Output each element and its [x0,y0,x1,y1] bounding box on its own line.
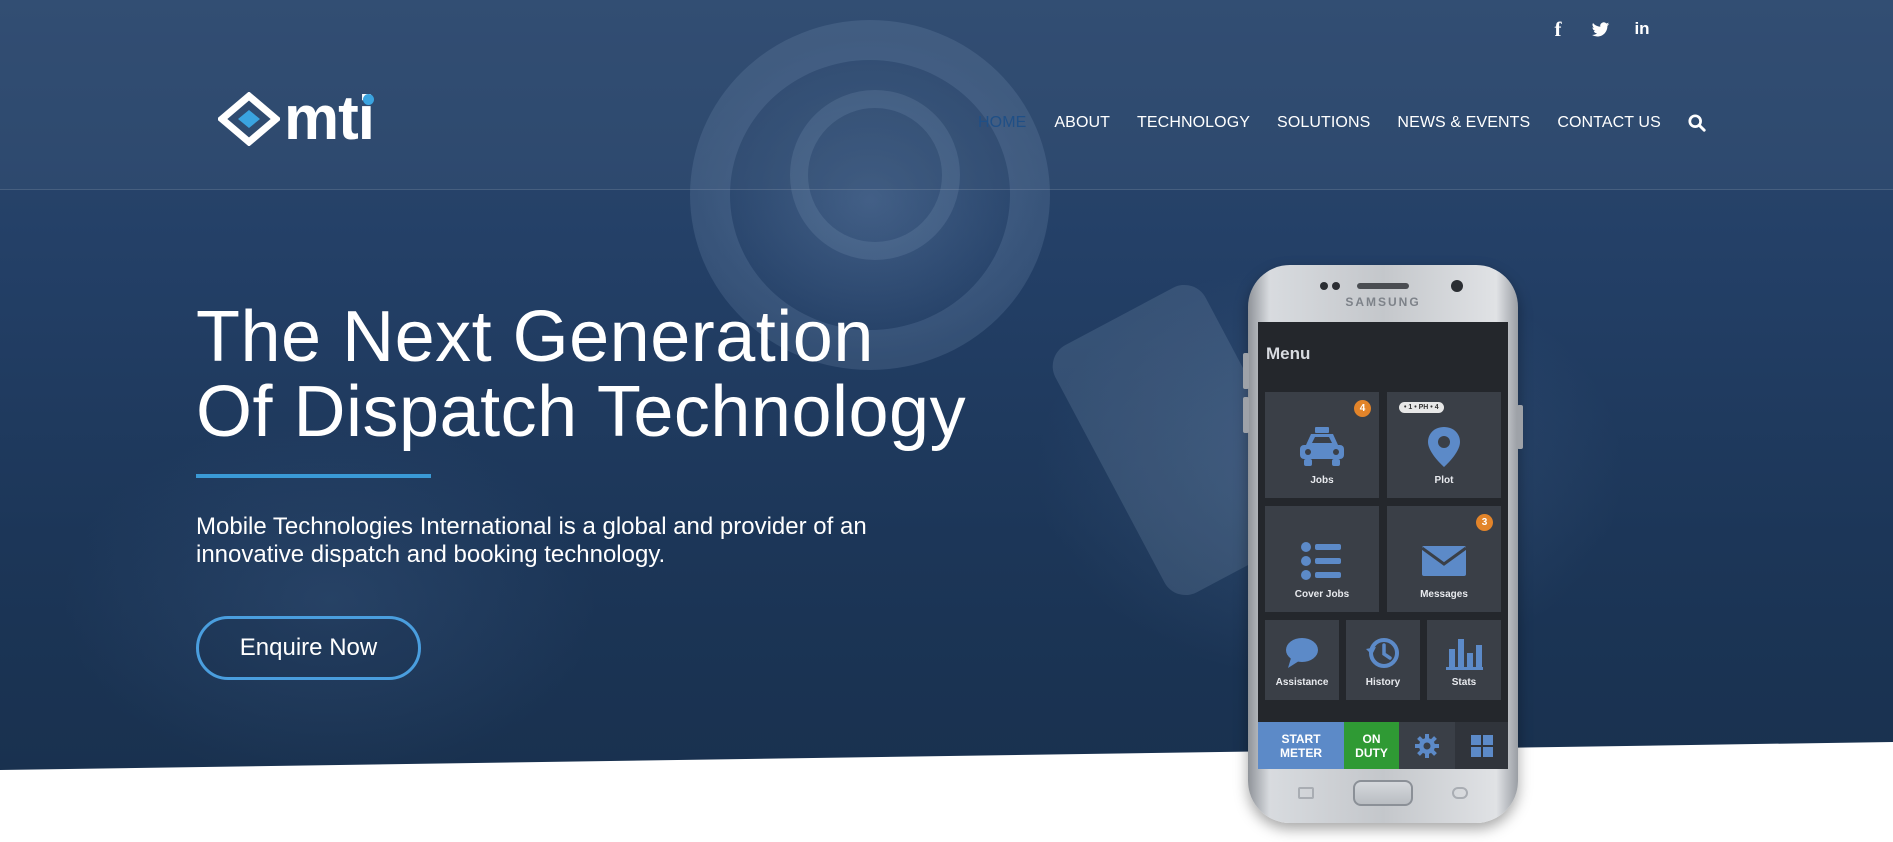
mti-logo[interactable]: mti [218,84,375,153]
tile-assistance-label: Assistance [1275,677,1329,688]
tile-assistance[interactable]: Assistance [1265,620,1339,700]
logo-wordmark: mti [284,84,375,153]
tile-cover-jobs-label: Cover Jobs [1294,589,1350,600]
nav-solutions[interactable]: SOLUTIONS [1277,114,1370,132]
hero-headline: The Next Generation Of Dispatch Technolo… [196,300,966,450]
tile-cover-jobs[interactable]: Cover Jobs [1265,506,1379,612]
tile-plot-label: Plot [1434,475,1454,486]
app-menu-title: Menu [1266,344,1311,363]
messages-badge: 3 [1476,514,1493,531]
phone-volume-key [1243,397,1249,433]
tile-jobs[interactable]: 4 Jobs [1265,392,1379,498]
nav-technology[interactable]: TECHNOLOGY [1137,114,1250,132]
tile-stats[interactable]: Stats [1427,620,1501,700]
tile-jobs-label: Jobs [1310,475,1334,486]
phone-screen: Menu 4 Jobs • 1 • PH • 4 Plot Cover Jobs… [1258,322,1508,769]
bar-chart-icon [1446,639,1483,670]
start-meter-button[interactable]: START METER [1258,722,1344,769]
nav-about[interactable]: ABOUT [1054,114,1110,132]
settings-gear-icon[interactable] [1399,722,1455,769]
nav-contact-us[interactable]: CONTACT US [1557,114,1661,132]
tile-stats-label: Stats [1451,677,1477,688]
linkedin-icon[interactable]: in [1632,18,1652,40]
tile-messages-label: Messages [1420,589,1468,600]
tile-messages[interactable]: 3 Messages [1387,506,1501,612]
headline-line-1: The Next Generation [196,297,874,377]
sensor-dot [1332,282,1340,290]
list-icon [1301,542,1341,580]
phone-speaker [1357,283,1409,289]
tile-history-label: History [1365,677,1401,688]
logo-diamond-icon [218,92,280,146]
map-pin-icon [1428,427,1460,467]
social-links: f in [1548,18,1652,40]
on-duty-button[interactable]: ON DUTY [1344,722,1399,769]
phone-top-bezel: SAMSUNG [1248,265,1518,323]
phone-volume-key [1243,353,1249,389]
search-icon[interactable] [1688,114,1706,132]
recent-apps-key[interactable] [1298,787,1314,799]
headline-line-2: Of Dispatch Technology [196,372,967,452]
phone-power-key [1517,405,1523,449]
history-icon [1366,638,1399,668]
apps-grid-icon[interactable] [1455,722,1508,769]
twitter-icon[interactable] [1590,18,1610,40]
speech-bubble-icon [1286,638,1318,668]
phone-mockup: SAMSUNG Menu 4 Jobs • 1 • PH • 4 Plot Co… [1243,265,1523,823]
facebook-icon[interactable]: f [1548,18,1568,40]
back-key[interactable] [1452,787,1468,799]
plot-bubble: • 1 • PH • 4 [1399,402,1444,413]
nav-news-events[interactable]: NEWS & EVENTS [1397,114,1530,132]
taxi-icon [1300,427,1344,466]
headline-underline [196,474,431,478]
phone-brand: SAMSUNG [1345,295,1421,309]
hero-description: Mobile Technologies International is a g… [196,513,867,568]
tile-history[interactable]: History [1346,620,1420,700]
phone-home-button[interactable] [1353,780,1413,806]
background-wheel-hub [790,90,960,260]
sensor-dot [1320,282,1328,290]
front-camera [1451,280,1463,292]
main-nav: HOME ABOUT TECHNOLOGY SOLUTIONS NEWS & E… [978,114,1706,132]
envelope-icon [1421,546,1467,576]
enquire-now-button[interactable]: Enquire Now [196,616,421,680]
nav-home[interactable]: HOME [978,114,1026,132]
jobs-badge: 4 [1354,400,1371,417]
logo-dot [363,94,374,105]
tile-plot[interactable]: • 1 • PH • 4 Plot [1387,392,1501,498]
phone-bottom-bar: START METER ON DUTY [1258,722,1508,769]
